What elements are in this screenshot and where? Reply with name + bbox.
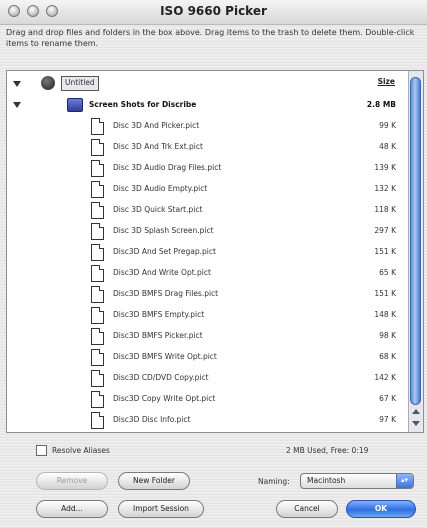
- file-name: Disc3D BMFS Drag Files.pict: [113, 289, 219, 298]
- file-name: Disc3D Copy Write Opt.pict: [113, 394, 216, 403]
- ok-button[interactable]: OK: [346, 500, 416, 518]
- document-icon: [91, 391, 104, 408]
- file-name: Disc 3D Audio Empty.pict: [113, 184, 208, 193]
- file-size: 65 K: [379, 268, 396, 277]
- file-size: 297 K: [374, 226, 396, 235]
- document-icon: [91, 139, 104, 156]
- file-name: Disc 3D And Trk Ext.pict: [113, 142, 203, 151]
- scroll-down-arrow-icon[interactable]: [412, 421, 420, 426]
- file-name: Disc 3D Audio Drag Files.pict: [113, 163, 222, 172]
- file-name: Disc 3D Splash Screen.pict: [113, 226, 214, 235]
- resolve-aliases-checkbox[interactable]: [36, 445, 47, 456]
- file-size: 132 K: [374, 184, 396, 193]
- document-icon: [91, 370, 104, 387]
- document-icon: [91, 160, 104, 177]
- document-icon: [91, 307, 104, 324]
- cancel-button[interactable]: Cancel: [276, 500, 338, 518]
- window-title: ISO 9660 Picker: [160, 4, 267, 18]
- size-column-header[interactable]: Size: [378, 77, 395, 86]
- file-row[interactable]: Disc3D BMFS Picker.pict 98 K: [7, 327, 410, 348]
- file-row[interactable]: Disc 3D Audio Drag Files.pict 139 K: [7, 159, 410, 180]
- disclosure-triangle-icon[interactable]: [13, 102, 21, 108]
- document-icon: [91, 223, 104, 240]
- file-list[interactable]: Untitled Size Screen Shots for Discribe …: [6, 70, 424, 433]
- document-icon: [91, 181, 104, 198]
- volume-name[interactable]: Untitled: [61, 76, 99, 91]
- file-size: 67 K: [379, 394, 396, 403]
- file-size: 48 K: [379, 142, 396, 151]
- document-icon: [91, 349, 104, 366]
- vertical-scrollbar[interactable]: [408, 71, 423, 432]
- file-name: Disc3D And Set Pregap.pict: [113, 247, 216, 256]
- file-row[interactable]: Disc 3D And Picker.pict 99 K: [7, 117, 410, 138]
- file-size: 151 K: [374, 289, 396, 298]
- disclosure-triangle-icon[interactable]: [13, 81, 21, 87]
- new-folder-button[interactable]: New Folder: [118, 472, 190, 490]
- document-icon: [91, 118, 104, 135]
- file-row[interactable]: Disc3D CD/DVD Copy.pict 142 K: [7, 369, 410, 390]
- document-icon: [91, 412, 104, 429]
- file-name: Disc3D BMFS Write Opt.pict: [113, 352, 217, 361]
- document-icon: [91, 244, 104, 261]
- instructions-text: Drag and drop files and folders in the b…: [6, 28, 415, 48]
- file-size: 97 K: [379, 415, 396, 424]
- file-row[interactable]: Disc3D Disc Info.pict 97 K: [7, 411, 410, 432]
- file-size: 139 K: [374, 163, 396, 172]
- file-name: Disc3D And Write Opt.pict: [113, 268, 211, 277]
- file-name: Disc3D BMFS Picker.pict: [113, 331, 203, 340]
- scrollbar-thumb[interactable]: [410, 77, 421, 405]
- naming-label: Naming:: [258, 477, 290, 486]
- file-row[interactable]: Disc3D And Write Opt.pict 65 K: [7, 264, 410, 285]
- file-name: Disc3D BMFS Empty.pict: [113, 310, 205, 319]
- remove-button[interactable]: Remove: [36, 472, 108, 490]
- document-icon: [91, 328, 104, 345]
- file-row[interactable]: Disc3D BMFS Empty.pict 148 K: [7, 306, 410, 327]
- file-name: Disc 3D Quick Start.pict: [113, 205, 203, 214]
- disk-usage-status: 2 MB Used, Free: 0:19: [286, 446, 369, 455]
- document-icon: [91, 265, 104, 282]
- file-row[interactable]: Disc3D BMFS Write Opt.pict 68 K: [7, 348, 410, 369]
- file-row[interactable]: Disc 3D And Trk Ext.pict 48 K: [7, 138, 410, 159]
- file-name: Disc3D Disc Info.pict: [113, 415, 191, 424]
- file-size: 151 K: [374, 247, 396, 256]
- popup-arrows-icon[interactable]: ▴▾: [396, 474, 413, 488]
- root-row[interactable]: Untitled Size: [7, 75, 410, 96]
- folder-size: 2.8 MB: [366, 100, 396, 109]
- file-size: 142 K: [374, 373, 396, 382]
- file-size: 99 K: [379, 121, 396, 130]
- folder-row[interactable]: Screen Shots for Discribe 2.8 MB: [7, 96, 410, 117]
- title-bar[interactable]: ISO 9660 Picker: [0, 0, 427, 25]
- add-button[interactable]: Add...: [36, 500, 108, 518]
- folder-name: Screen Shots for Discribe: [89, 100, 197, 109]
- file-row[interactable]: Disc3D And Set Pregap.pict 151 K: [7, 243, 410, 264]
- import-session-button[interactable]: Import Session: [118, 500, 204, 518]
- folder-icon: [67, 98, 83, 112]
- file-name: Disc3D CD/DVD Copy.pict: [113, 373, 209, 382]
- file-row[interactable]: Disc 3D Splash Screen.pict 297 K: [7, 222, 410, 243]
- file-name: Disc 3D And Picker.pict: [113, 121, 200, 130]
- iso-picker-window: ISO 9660 Picker Drag and drop files and …: [0, 0, 427, 528]
- naming-value: Macintosh: [307, 476, 346, 485]
- file-row[interactable]: Disc 3D Audio Empty.pict 132 K: [7, 180, 410, 201]
- file-row[interactable]: Disc3D BMFS Drag Files.pict 151 K: [7, 285, 410, 306]
- file-size: 68 K: [379, 352, 396, 361]
- globe-icon: [41, 76, 55, 90]
- file-size: 98 K: [379, 331, 396, 340]
- scroll-up-arrow-icon[interactable]: [412, 409, 420, 414]
- file-row[interactable]: Disc 3D Quick Start.pict 118 K: [7, 201, 410, 222]
- file-size: 148 K: [374, 310, 396, 319]
- document-icon: [91, 202, 104, 219]
- naming-popup[interactable]: Macintosh ▴▾: [300, 473, 414, 489]
- file-size: 118 K: [374, 205, 396, 214]
- resolve-aliases-label: Resolve Aliases: [52, 446, 110, 455]
- document-icon: [91, 286, 104, 303]
- file-row[interactable]: Disc3D Copy Write Opt.pict 67 K: [7, 390, 410, 411]
